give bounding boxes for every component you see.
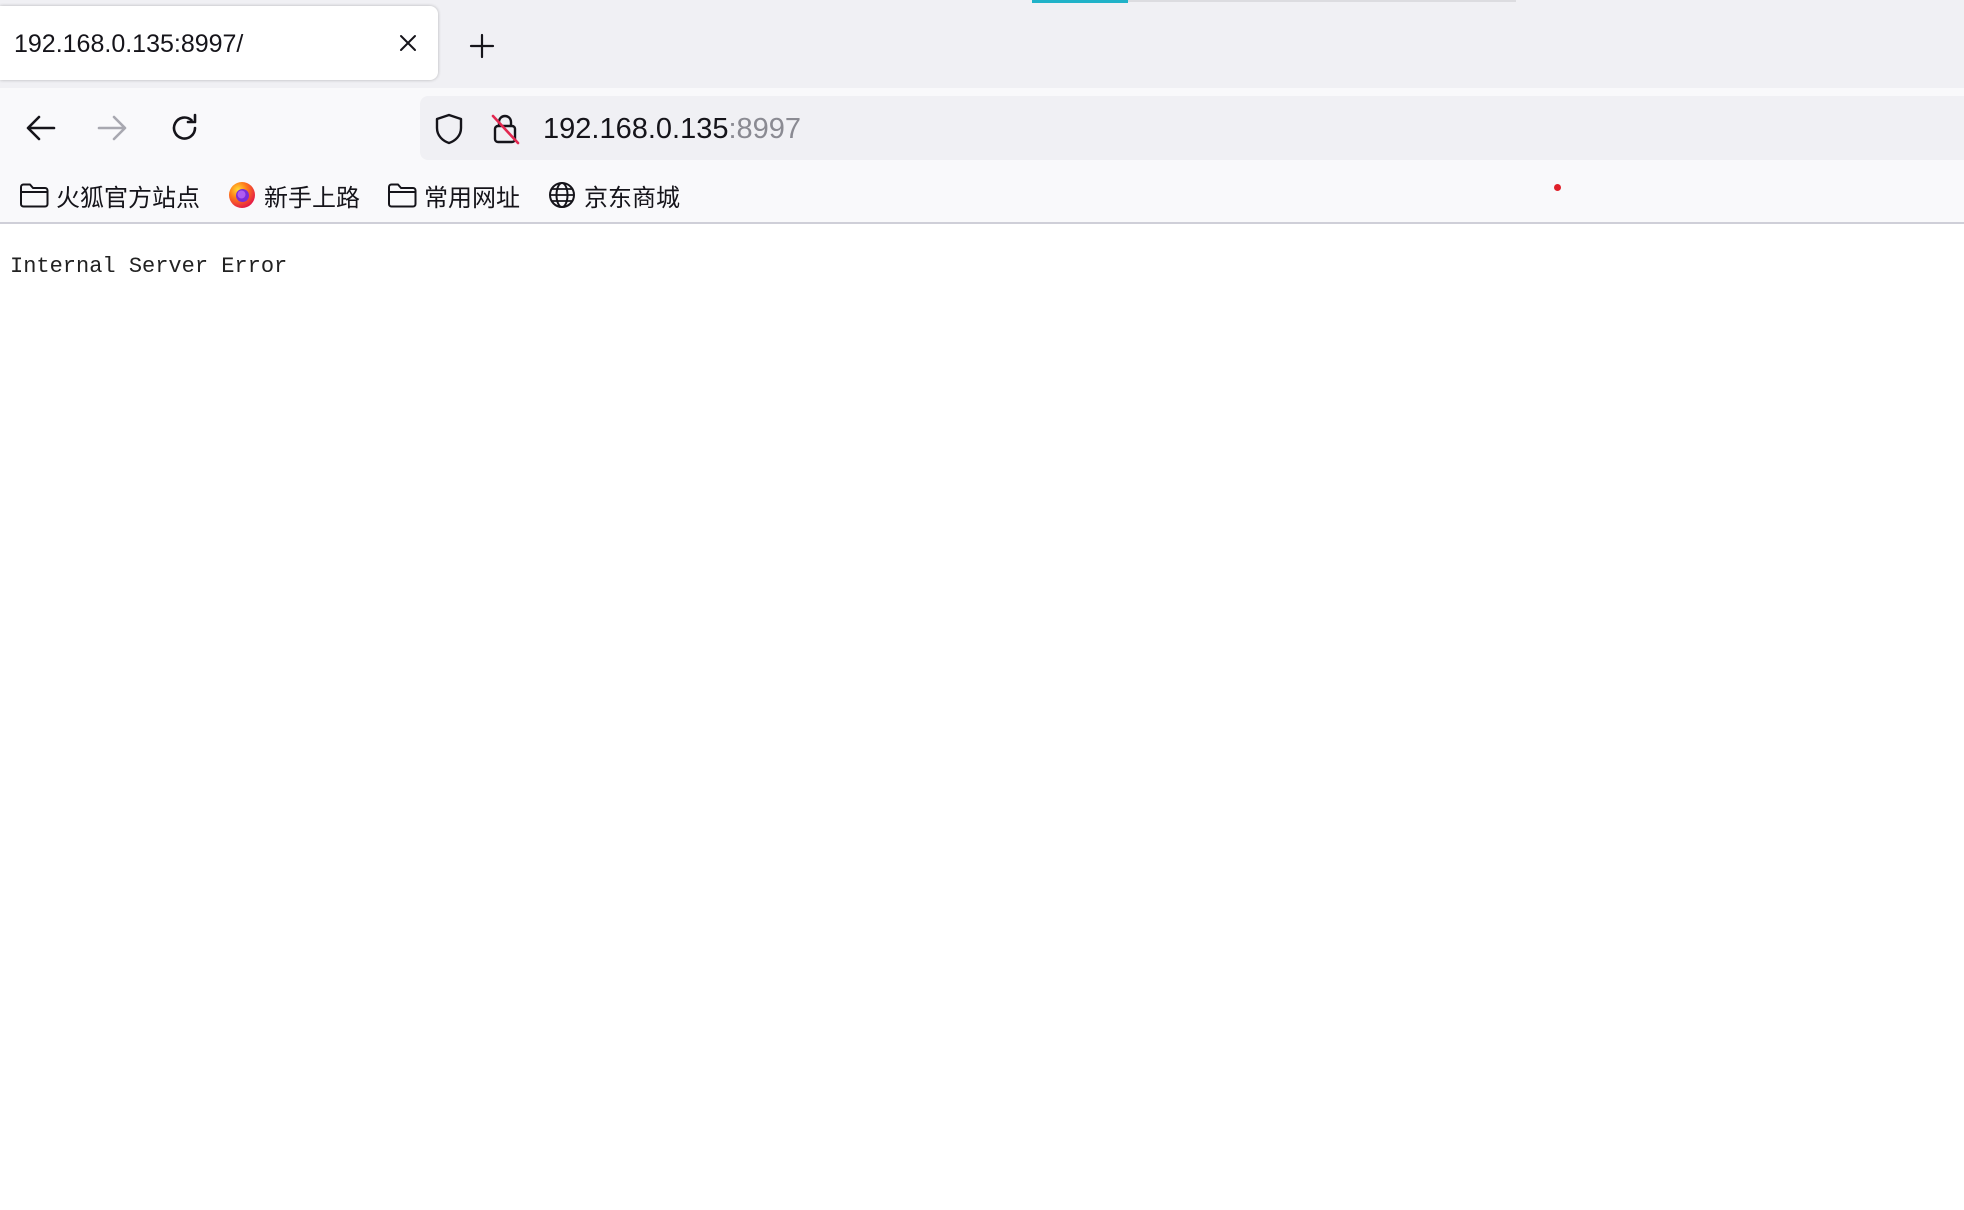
site-security-button[interactable]	[488, 112, 522, 146]
arrow-left-icon	[26, 115, 56, 141]
url-host: 192.168.0.135	[543, 113, 729, 145]
navigation-toolbar: 192.168.0.135:8997	[0, 88, 1964, 168]
plus-icon	[469, 33, 495, 59]
tracking-protection-button[interactable]	[432, 112, 466, 146]
tab-active[interactable]: 192.168.0.135:8997/	[0, 6, 438, 80]
bookmarks-toolbar: 火狐官方站点 新手上路 常用网址 京东商城	[0, 168, 1964, 224]
folder-icon	[386, 179, 418, 211]
forward-button[interactable]	[88, 104, 136, 152]
shield-icon	[435, 113, 463, 145]
folder-icon	[18, 179, 50, 211]
tab-title: 192.168.0.135:8997/	[14, 30, 244, 58]
bookmark-item[interactable]: 火狐官方站点	[14, 176, 204, 214]
close-tab-button[interactable]	[392, 27, 424, 59]
bookmark-label: 火狐官方站点	[56, 184, 200, 212]
new-tab-button[interactable]	[460, 24, 504, 68]
url-bar[interactable]: 192.168.0.135:8997	[420, 96, 1964, 160]
insecure-lock-icon	[491, 114, 520, 145]
firefox-logo-icon	[226, 179, 258, 211]
reload-icon	[172, 113, 197, 140]
bookmark-item[interactable]: 京东商城	[542, 176, 684, 214]
bookmark-item[interactable]: 新手上路	[222, 176, 364, 214]
url-text[interactable]: 192.168.0.135:8997	[543, 113, 801, 146]
bookmark-item[interactable]: 常用网址	[382, 176, 524, 214]
url-port: :8997	[728, 113, 802, 145]
globe-icon	[546, 179, 578, 211]
error-message: Internal Server Error	[10, 254, 288, 279]
tab-strip-divider	[1128, 0, 1516, 2]
bookmark-label: 京东商城	[584, 184, 680, 212]
notification-dot	[1554, 184, 1561, 191]
back-button[interactable]	[17, 104, 65, 152]
arrow-right-icon	[97, 115, 127, 141]
bookmark-label: 新手上路	[264, 184, 360, 212]
close-icon	[400, 35, 416, 51]
reload-button[interactable]	[161, 104, 209, 152]
browser-window: 192.168.0.135:8997/ 192.168.0.135:8997 火…	[0, 0, 1964, 1210]
page-content: Internal Server Error	[0, 224, 1964, 1210]
tab-strip-accent	[1032, 0, 1128, 3]
bookmark-label: 常用网址	[424, 184, 520, 212]
tab-strip: 192.168.0.135:8997/	[0, 0, 1964, 88]
